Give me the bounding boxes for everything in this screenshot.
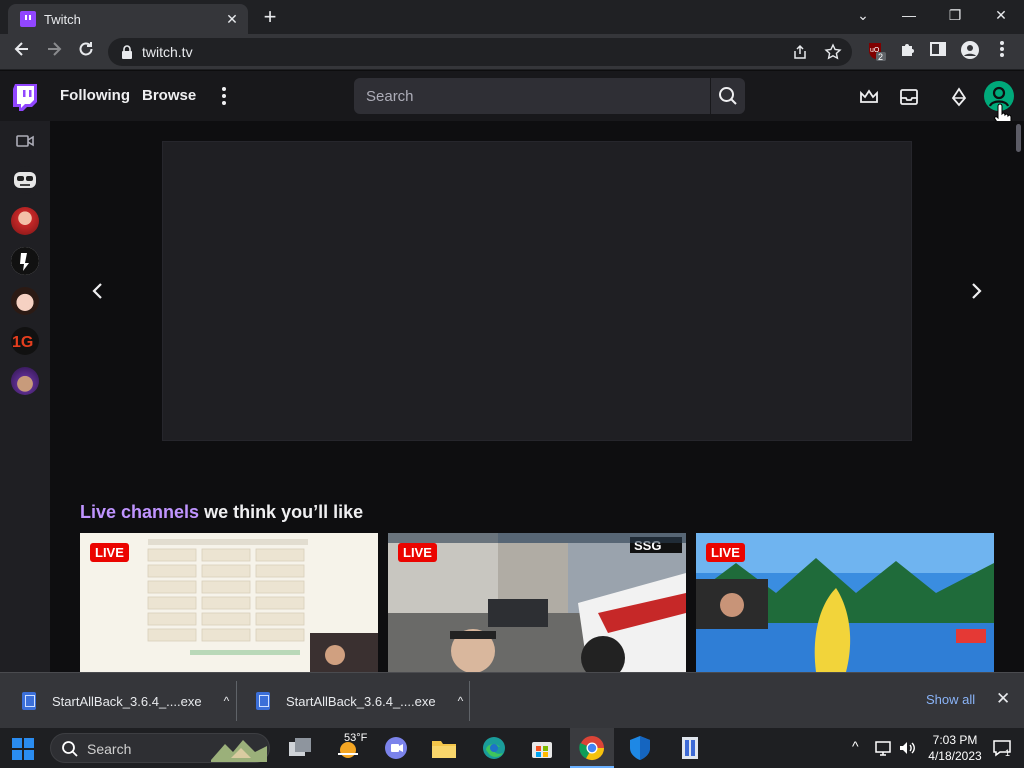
prime-crown-icon[interactable] [859,87,879,107]
side-panel-icon[interactable] [926,40,950,64]
live-badge: LIVE [398,543,437,562]
channel-avatar-3[interactable] [11,247,39,275]
notification-count-badge: 1 [1005,748,1011,758]
browser-tab-strip: Twitch ✕ + ⌄ — ❐ ✕ [0,0,1024,34]
show-hidden-icons-chevron-icon[interactable]: ^ [852,738,859,754]
search-box[interactable] [354,78,710,114]
page-scrollbar[interactable] [1016,124,1021,152]
search-icon [62,741,78,757]
restore-button[interactable]: ❐ [940,4,970,26]
browser-toolbar: twitch.tv uO 2 [0,34,1024,70]
svg-text:1G: 1G [12,334,33,351]
carousel-prev-arrow-icon[interactable] [88,281,108,301]
volume-icon[interactable] [898,739,916,757]
carousel-next-arrow-icon[interactable] [966,281,986,301]
tab-search-button[interactable]: ⌄ [848,4,878,26]
close-downloads-bar-icon[interactable]: ✕ [996,689,1010,709]
windows-security-icon[interactable] [626,734,654,762]
live-badge: LIVE [90,543,129,562]
startallback-icon[interactable] [676,734,704,762]
close-window-button[interactable]: ✕ [986,4,1016,26]
following-link[interactable]: Following [60,87,130,104]
tab-title: Twitch [44,11,81,27]
forward-arrow-icon[interactable] [42,40,66,64]
teams-chat-icon[interactable] [382,734,410,762]
new-tab-button[interactable]: + [258,6,282,28]
windows-start-icon[interactable] [12,738,34,760]
more-options-icon[interactable] [218,85,230,107]
section-title-highlight[interactable]: Live channels [80,502,199,522]
lock-icon[interactable] [120,44,134,60]
inbox-icon[interactable] [899,87,919,107]
search-highlight-image [211,740,267,762]
windows-taskbar: Search 53°F ^ 7:03 PM 4/18/2023 1 [0,728,1024,768]
downloads-bar: StartAllBack_3.6.4_....exe ^ StartAllBac… [0,672,1024,728]
ublock-extension-icon[interactable]: uO 2 [864,40,888,64]
channel-avatar-6[interactable] [11,367,39,395]
search-input[interactable] [354,78,694,114]
stream-card-2[interactable]: SSG LIVE [388,533,686,672]
back-arrow-icon[interactable] [10,40,34,64]
taskbar-search-label: Search [87,741,132,757]
chrome-taskbar-button[interactable] [570,728,614,768]
download-filename: StartAllBack_3.6.4_....exe [286,693,436,709]
search-icon [719,87,737,105]
clock-time: 7:03 PM [932,733,978,747]
live-badge: LIVE [706,543,745,562]
network-icon[interactable] [874,739,892,757]
browse-link[interactable]: Browse [142,87,196,104]
weather-temperature: 53°F [344,732,368,744]
browser-tab-twitch[interactable]: Twitch ✕ [8,4,248,34]
download-item-2[interactable]: StartAllBack_3.6.4_....exe ^ [256,673,463,729]
twitch-top-nav: Following Browse [0,71,1024,121]
section-title: Live channels we think you’ll like [80,502,363,523]
exe-file-icon [256,692,270,710]
task-view-icon[interactable] [286,734,314,762]
file-explorer-icon[interactable] [430,734,458,762]
reload-icon[interactable] [74,40,98,64]
show-all-downloads-link[interactable]: Show all [926,692,975,707]
download-filename: StartAllBack_3.6.4_....exe [52,693,202,709]
camera-icon[interactable] [16,134,34,148]
address-bar[interactable]: twitch.tv [108,38,852,66]
divider [236,681,237,721]
chrome-icon [579,736,604,761]
minimize-button[interactable]: — [894,4,924,26]
download-item-1[interactable]: StartAllBack_3.6.4_....exe ^ [22,673,229,729]
chrome-menu-icon[interactable] [990,40,1014,64]
profile-icon[interactable] [958,40,982,64]
taskbar-clock[interactable]: 7:03 PM 4/18/2023 [924,732,986,764]
divider [469,681,470,721]
section-title-rest: we think you’ll like [199,502,364,522]
bits-diamond-icon[interactable] [949,87,969,107]
followed-channels-sidebar: 1G [0,121,50,672]
taskbar-search-box[interactable]: Search [50,733,270,763]
twitch-favicon-icon [20,11,36,27]
channel-avatar-4[interactable] [11,287,39,315]
edge-browser-icon[interactable] [480,734,508,762]
channel-avatar-2[interactable] [11,207,39,235]
ublock-badge: 2 [878,52,884,62]
twitch-logo-icon[interactable] [12,83,38,111]
extensions-puzzle-icon[interactable] [896,40,920,64]
tab-close-icon[interactable]: ✕ [224,11,240,28]
download-options-chevron-icon[interactable]: ^ [458,694,464,708]
channel-avatar-1[interactable] [11,166,39,194]
bookmark-star-icon[interactable] [824,43,842,61]
microsoft-store-icon[interactable] [528,734,556,762]
stream-card-3[interactable]: LIVE [696,533,994,672]
featured-stream-carousel[interactable] [162,141,912,441]
search-button[interactable] [711,78,745,114]
share-icon[interactable] [792,44,808,60]
url-text[interactable]: twitch.tv [142,44,193,60]
download-options-chevron-icon[interactable]: ^ [224,694,230,708]
channel-avatar-5[interactable]: 1G [11,327,39,355]
exe-file-icon [22,692,36,710]
clock-date: 4/18/2023 [928,749,982,763]
stream-card-1[interactable]: LIVE [80,533,378,672]
